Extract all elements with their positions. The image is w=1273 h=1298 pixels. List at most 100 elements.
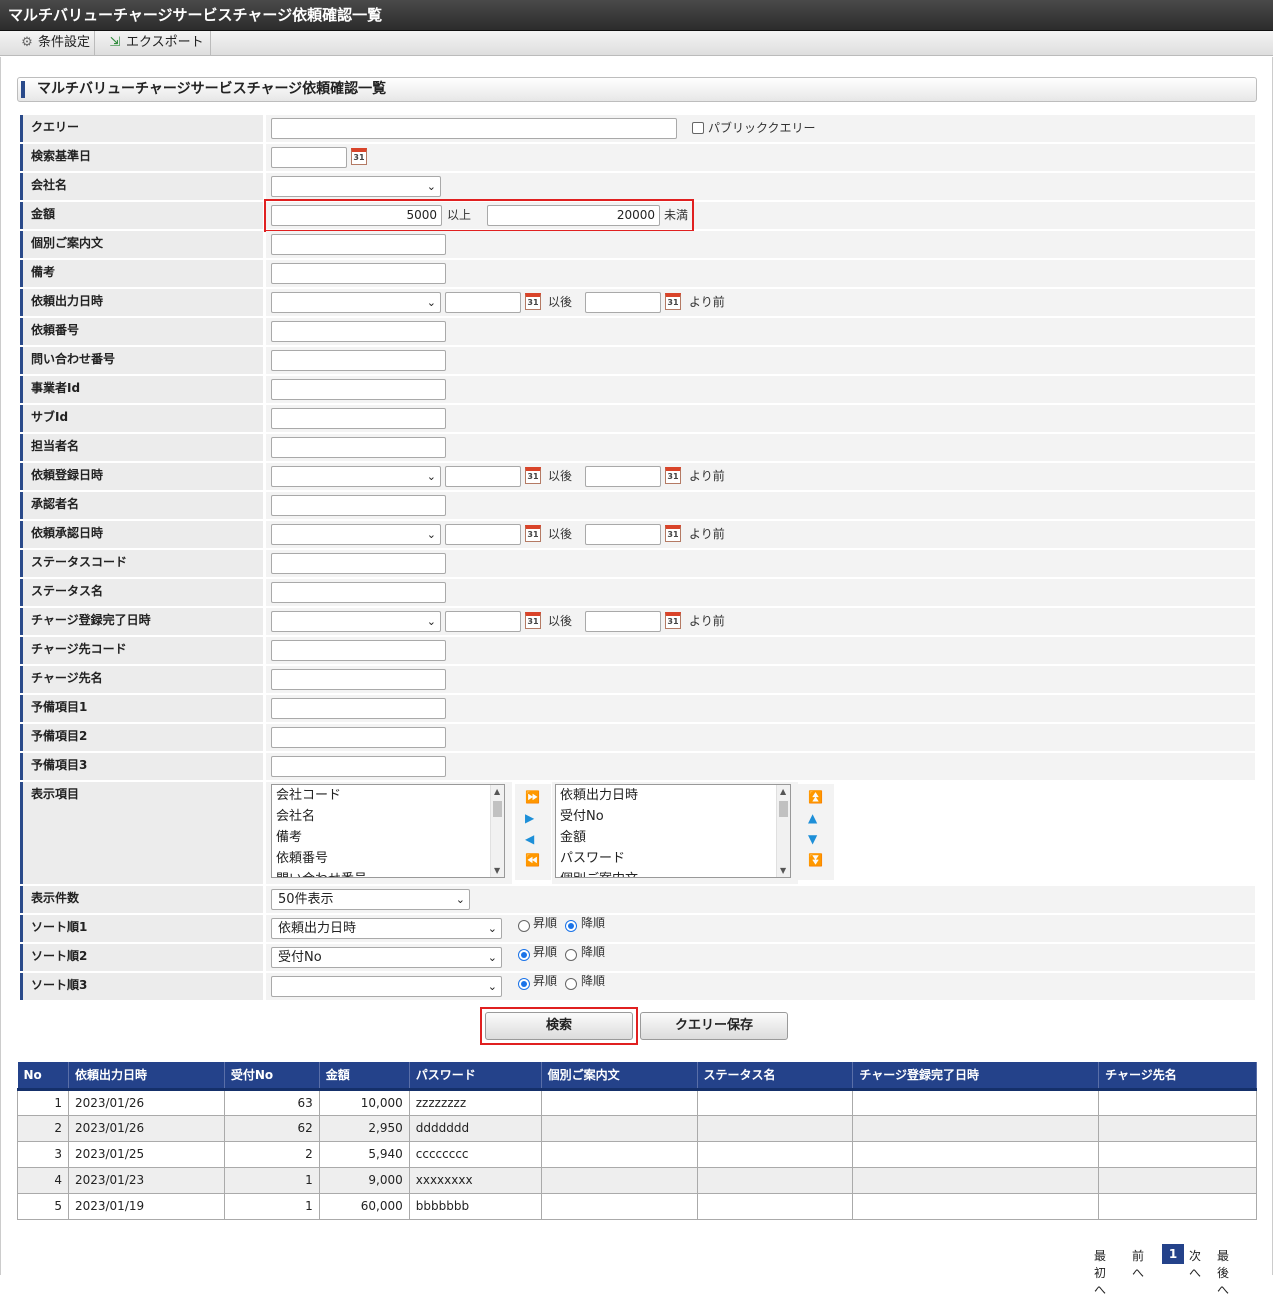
request-no-input[interactable] <box>271 321 446 342</box>
spare2-input[interactable] <box>271 727 446 748</box>
column-header[interactable]: 依頼出力日時 <box>68 1062 225 1091</box>
approve-date-from-input[interactable] <box>445 524 521 545</box>
move-up-icon[interactable]: ▲ <box>808 811 817 825</box>
sort3-select[interactable]: ⌄ <box>271 976 502 997</box>
cell-amount: 60,000 <box>318 1192 410 1220</box>
conditions-button[interactable]: ⚙ 条件設定 <box>8 31 95 56</box>
status-code-input[interactable] <box>271 553 446 574</box>
column-header[interactable]: パスワード <box>409 1062 542 1091</box>
export-button[interactable]: ⇲ エクスポート <box>96 31 211 56</box>
sort3-desc-radio[interactable] <box>565 978 577 990</box>
calendar-icon[interactable]: 31 <box>665 293 681 310</box>
row-person: 担当者名 <box>20 433 1255 462</box>
calendar-icon[interactable]: 31 <box>525 293 541 310</box>
search-button[interactable]: 検索 <box>485 1012 633 1040</box>
sort3-asc-radio[interactable] <box>518 978 530 990</box>
person-input[interactable] <box>271 437 446 458</box>
list-item[interactable]: 問い合わせ番号 <box>272 869 504 877</box>
company-select[interactable]: ⌄ <box>271 176 441 197</box>
column-header[interactable]: 個別ご案内文 <box>541 1062 698 1091</box>
calendar-icon[interactable]: 31 <box>665 525 681 542</box>
selected-items-list[interactable]: 依頼出力日時 受付No 金額 パスワード 個別ご案内文 ▲▼ <box>555 784 791 878</box>
cell-status-name <box>696 1166 854 1194</box>
move-top-icon[interactable]: ⏫ <box>808 790 823 804</box>
register-date-select[interactable]: ⌄ <box>271 466 441 487</box>
approve-date-to-input[interactable] <box>585 524 661 545</box>
available-items-list[interactable]: 会社コード 会社名 備考 依頼番号 問い合わせ番号 ▲▼ <box>271 784 505 878</box>
scrollbar[interactable]: ▲ ▼ <box>490 785 504 877</box>
sub-id-input[interactable] <box>271 408 446 429</box>
list-item[interactable]: 金額 <box>556 827 790 848</box>
sort2-desc-radio[interactable] <box>565 949 577 961</box>
sort2-select[interactable]: 受付No ⌄ <box>271 947 502 968</box>
register-date-from-input[interactable] <box>445 466 521 487</box>
calendar-icon[interactable]: 31 <box>525 525 541 542</box>
register-date-to-input[interactable] <box>585 466 661 487</box>
table-row[interactable]: 3 2023/01/25 2 5,940 cccccccc <box>17 1140 1257 1168</box>
query-input[interactable] <box>271 118 677 139</box>
charge-name-input[interactable] <box>271 669 446 690</box>
list-item[interactable]: 会社コード <box>272 785 504 806</box>
sort1-select[interactable]: 依頼出力日時 ⌄ <box>271 918 502 939</box>
sort2-asc-radio[interactable] <box>518 949 530 961</box>
status-name-input[interactable] <box>271 582 446 603</box>
list-item[interactable]: パスワード <box>556 848 790 869</box>
column-header[interactable]: 金額 <box>319 1062 410 1091</box>
list-item[interactable]: 依頼番号 <box>272 848 504 869</box>
charge-code-input[interactable] <box>271 640 446 661</box>
sort1-desc-radio[interactable] <box>565 920 577 932</box>
pager-last-link[interactable]: 最後へ <box>1217 1247 1229 1298</box>
column-header[interactable]: チャージ先名 <box>1098 1062 1257 1091</box>
move-bottom-icon[interactable]: ⏬ <box>808 853 823 867</box>
move-right-icon[interactable]: ▶ <box>525 811 534 825</box>
approve-date-select[interactable]: ⌄ <box>271 524 441 545</box>
page-size-select[interactable]: 50件表示 ⌄ <box>271 889 470 910</box>
calendar-icon[interactable]: 31 <box>351 148 367 165</box>
spare1-input[interactable] <box>271 698 446 719</box>
move-all-right-icon[interactable]: ⏩ <box>525 790 540 804</box>
table-row[interactable]: 4 2023/01/23 1 9,000 xxxxxxxx <box>17 1166 1257 1194</box>
calendar-icon[interactable]: 31 <box>665 612 681 629</box>
pager-current-page[interactable]: 1 <box>1162 1244 1184 1264</box>
calendar-icon[interactable]: 31 <box>525 467 541 484</box>
pager-next-link[interactable]: 次へ <box>1189 1247 1201 1281</box>
table-row[interactable]: 5 2023/01/19 1 60,000 bbbbbbb <box>17 1192 1257 1220</box>
base-date-input[interactable] <box>271 147 347 168</box>
column-header[interactable]: チャージ登録完了日時 <box>852 1062 1100 1091</box>
guide-text-input[interactable] <box>271 234 446 255</box>
charge-done-date-to-input[interactable] <box>585 611 661 632</box>
pager-first-link[interactable]: 最初へ <box>1094 1247 1106 1298</box>
spare3-input[interactable] <box>271 756 446 777</box>
move-down-icon[interactable]: ▼ <box>808 832 817 846</box>
cell-amount: 2,950 <box>318 1114 410 1142</box>
output-date-from-input[interactable] <box>445 292 521 313</box>
save-query-button[interactable]: クエリー保存 <box>640 1012 788 1040</box>
list-item[interactable]: 個別ご案内文 <box>556 869 790 877</box>
move-left-icon[interactable]: ◀ <box>525 832 534 846</box>
calendar-icon[interactable]: 31 <box>525 612 541 629</box>
cell-amount: 9,000 <box>318 1166 410 1194</box>
column-header[interactable]: No <box>17 1062 69 1091</box>
calendar-icon[interactable]: 31 <box>665 467 681 484</box>
business-id-input[interactable] <box>271 379 446 400</box>
table-row[interactable]: 2 2023/01/26 62 2,950 ddddddd <box>17 1114 1257 1142</box>
list-item[interactable]: 備考 <box>272 827 504 848</box>
output-date-to-input[interactable] <box>585 292 661 313</box>
scrollbar[interactable]: ▲ ▼ <box>776 785 790 877</box>
charge-done-date-from-input[interactable] <box>445 611 521 632</box>
column-header[interactable]: ステータス名 <box>697 1062 854 1091</box>
move-all-left-icon[interactable]: ⏪ <box>525 853 540 867</box>
charge-done-date-select[interactable]: ⌄ <box>271 611 441 632</box>
approver-input[interactable] <box>271 495 446 516</box>
inquiry-no-input[interactable] <box>271 350 446 371</box>
output-date-select[interactable]: ⌄ <box>271 292 441 313</box>
list-item[interactable]: 依頼出力日時 <box>556 785 790 806</box>
public-query-checkbox[interactable] <box>692 122 704 134</box>
sort1-asc-radio[interactable] <box>518 920 530 932</box>
column-header[interactable]: 受付No <box>224 1062 320 1091</box>
table-row[interactable]: 1 2023/01/26 63 10,000 zzzzzzzz <box>17 1088 1257 1116</box>
remarks-input[interactable] <box>271 263 446 284</box>
pager-prev-link[interactable]: 前へ <box>1132 1247 1144 1281</box>
list-item[interactable]: 会社名 <box>272 806 504 827</box>
list-item[interactable]: 受付No <box>556 806 790 827</box>
